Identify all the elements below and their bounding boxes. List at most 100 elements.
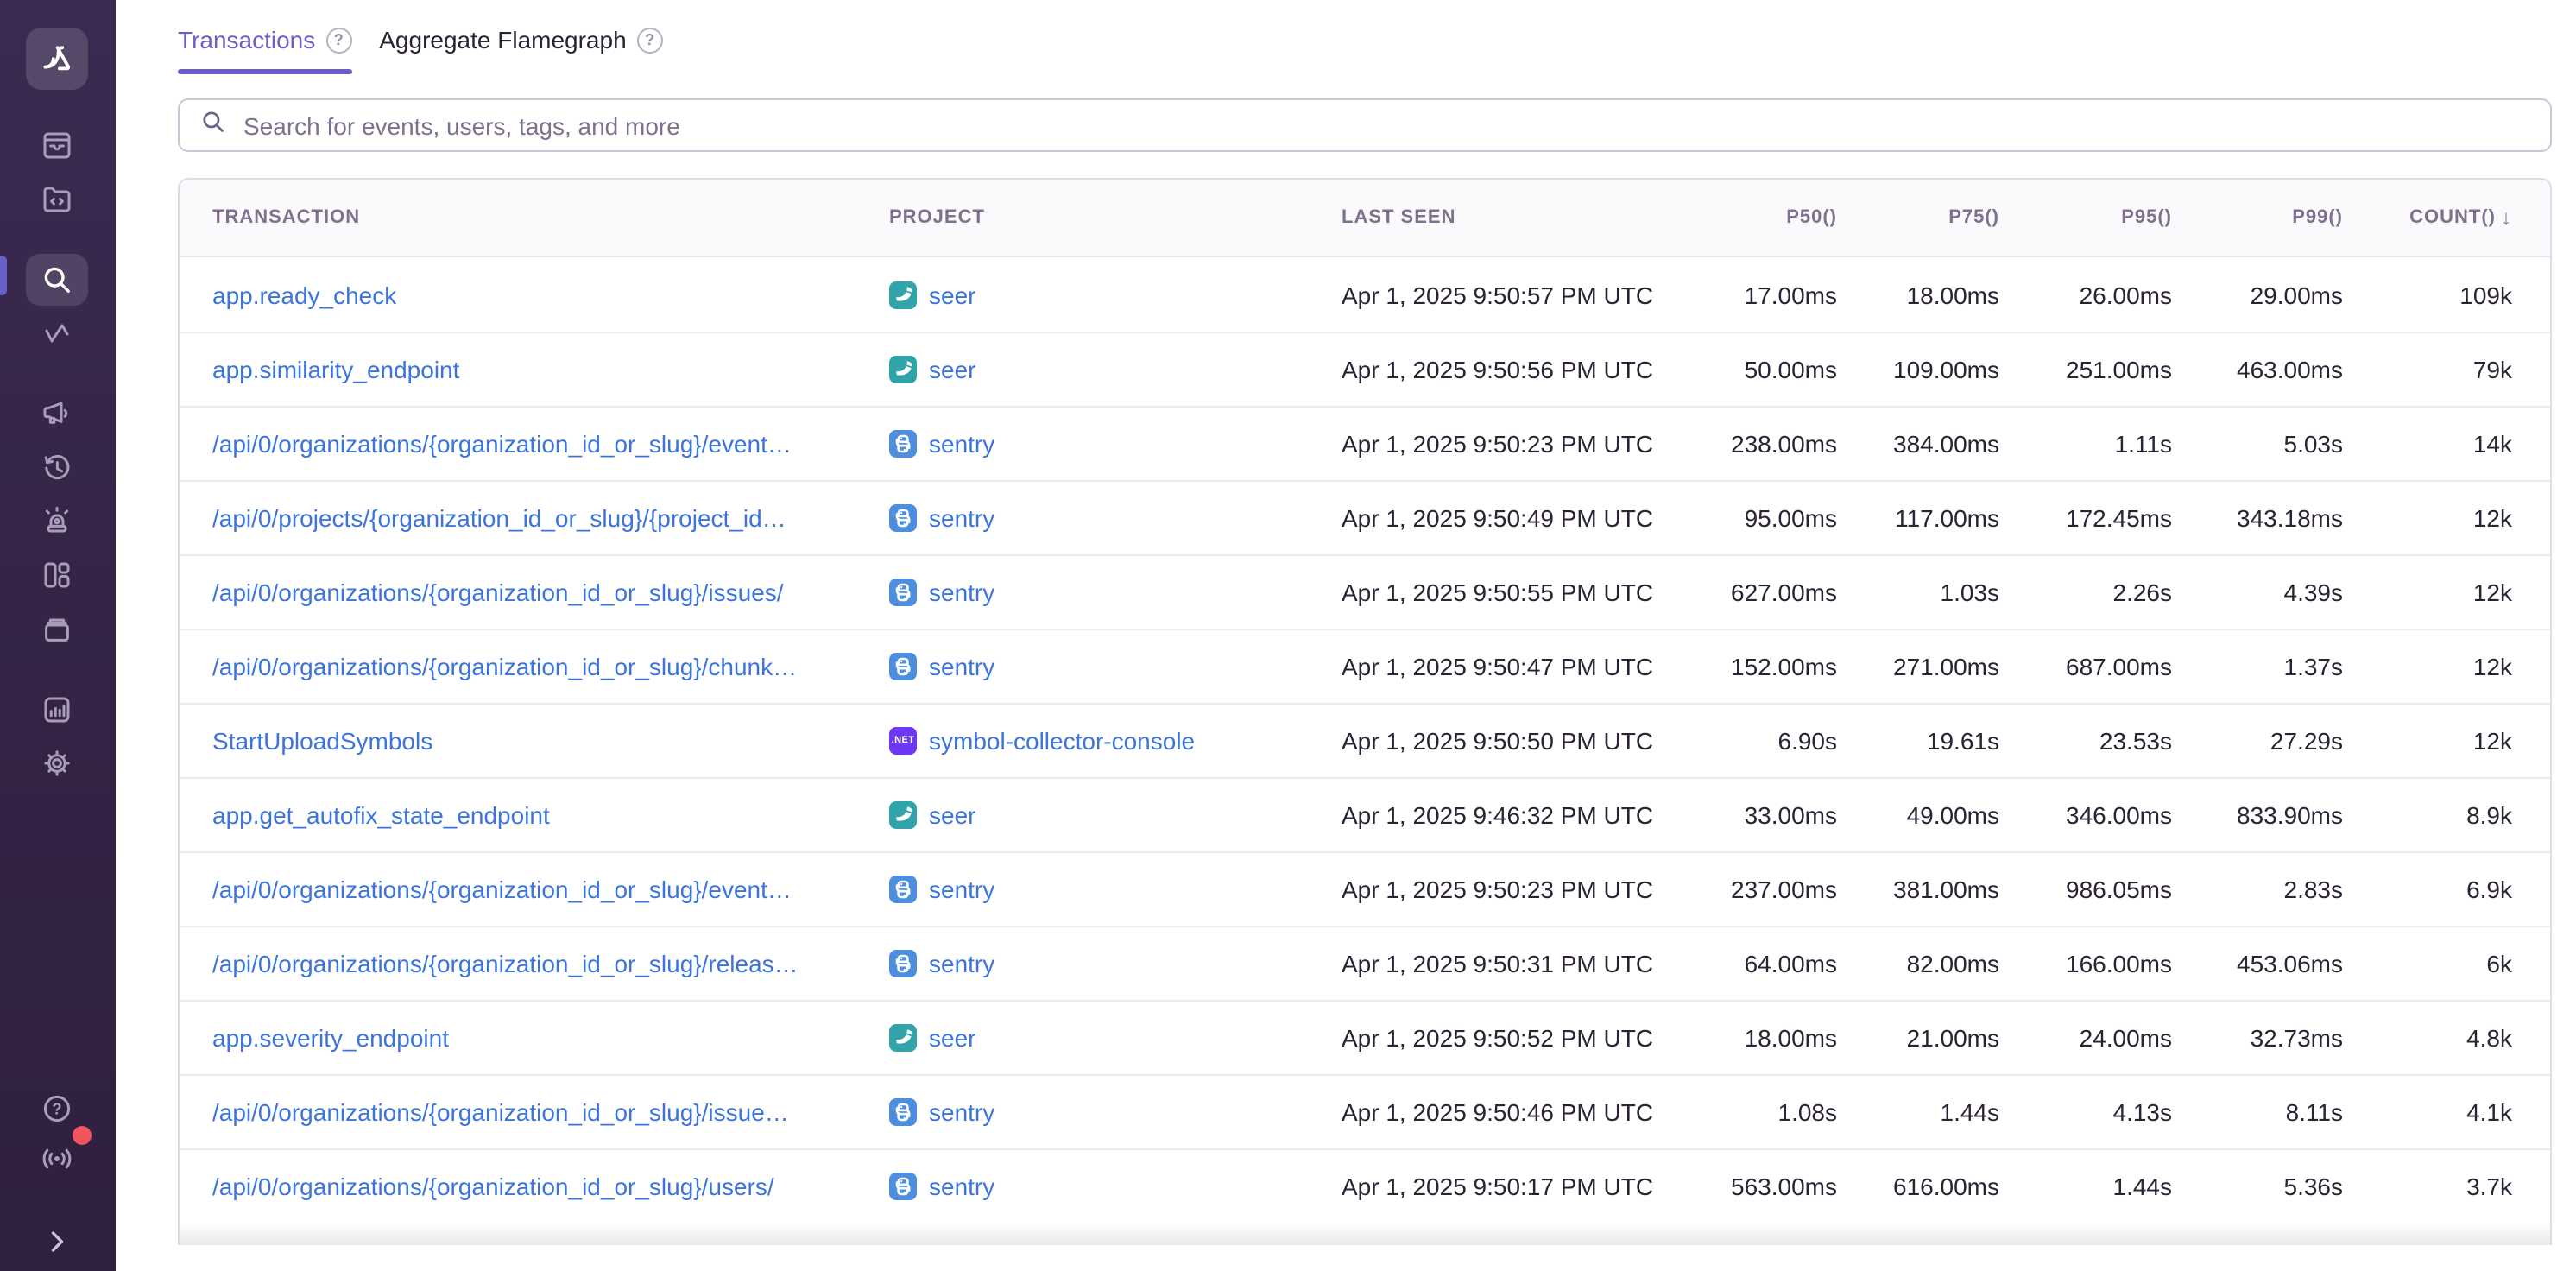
project-link[interactable]: sentry xyxy=(889,876,1342,903)
chevron-right-icon xyxy=(41,1226,73,1257)
transaction-link[interactable]: /api/0/organizations/{organization_id_or… xyxy=(212,950,799,977)
p99-value: 833.90ms xyxy=(2208,801,2379,829)
transaction-link[interactable]: /api/0/organizations/{organization_id_or… xyxy=(212,430,792,458)
search-icon xyxy=(200,108,226,142)
p50-value: 563.00ms xyxy=(1718,1173,1873,1200)
project-name: symbol-collector-console xyxy=(929,727,1195,755)
help-circle-icon: ? xyxy=(40,1091,74,1126)
column-header-transaction[interactable]: TRANSACTION xyxy=(180,207,886,228)
project-link[interactable]: sentry xyxy=(889,950,1342,977)
help-icon[interactable]: ? xyxy=(637,27,663,53)
transaction-link[interactable]: app.ready_check xyxy=(212,281,396,308)
sentry-logo-icon xyxy=(36,38,78,79)
project-link[interactable]: sentry xyxy=(889,653,1342,680)
issues-inbox-icon xyxy=(40,128,74,162)
transaction-link[interactable]: /api/0/organizations/{organization_id_or… xyxy=(212,1173,774,1200)
transaction-link[interactable]: StartUploadSymbols xyxy=(212,727,432,755)
p99-value: 27.29s xyxy=(2208,727,2379,755)
python-project-icon xyxy=(889,430,917,458)
p50-value: 237.00ms xyxy=(1718,876,1873,903)
transaction-link[interactable]: /api/0/organizations/{organization_id_or… xyxy=(212,876,792,903)
sidebar-item-settings[interactable] xyxy=(26,737,88,789)
table-row: StartUploadSymbols .NET symbol-collector… xyxy=(180,703,2550,777)
project-link[interactable]: sentry xyxy=(889,430,1342,458)
search-bar[interactable] xyxy=(178,98,2552,152)
table-row: /api/0/organizations/{organization_id_or… xyxy=(180,629,2550,703)
transaction-link[interactable]: /api/0/organizations/{organization_id_or… xyxy=(212,579,784,606)
sidebar-item-releases[interactable] xyxy=(26,603,88,654)
tab-transactions[interactable]: Transactions ? xyxy=(178,26,351,74)
project-link[interactable]: seer xyxy=(889,1024,1342,1052)
sidebar-item-projects[interactable] xyxy=(26,173,88,224)
transaction-link[interactable]: /api/0/organizations/{organization_id_or… xyxy=(212,1098,789,1126)
column-header-p50[interactable]: P50() xyxy=(1718,207,1873,228)
help-icon[interactable]: ? xyxy=(325,27,351,53)
tab-aggregate-flamegraph[interactable]: Aggregate Flamegraph ? xyxy=(379,26,662,74)
p75-value: 271.00ms xyxy=(1873,653,2036,680)
column-header-p95[interactable]: P95() xyxy=(2036,207,2208,228)
last-seen: Apr 1, 2025 9:50:23 PM UTC xyxy=(1342,876,1718,903)
project-link[interactable]: .NET symbol-collector-console xyxy=(889,727,1342,755)
transaction-link[interactable]: app.get_autofix_state_endpoint xyxy=(212,801,550,829)
table-row: app.severity_endpoint seer Apr 1, 2025 9… xyxy=(180,1000,2550,1074)
sidebar-item-stats[interactable] xyxy=(26,684,88,736)
project-link[interactable]: sentry xyxy=(889,1098,1342,1126)
table-row: /api/0/organizations/{organization_id_or… xyxy=(180,926,2550,1000)
transaction-link[interactable]: app.similarity_endpoint xyxy=(212,356,459,383)
table-row: app.similarity_endpoint seer Apr 1, 2025… xyxy=(180,332,2550,406)
metrics-zigzag-icon xyxy=(40,316,74,351)
p50-value: 17.00ms xyxy=(1718,281,1873,308)
p99-value: 2.83s xyxy=(2208,876,2379,903)
sentry-logo[interactable] xyxy=(26,28,88,90)
main-area: Transactions ? Aggregate Flamegraph ? xyxy=(116,0,2576,1271)
megaphone-icon xyxy=(40,395,74,430)
column-header-p75[interactable]: P75() xyxy=(1873,207,2036,228)
last-seen: Apr 1, 2025 9:50:57 PM UTC xyxy=(1342,281,1718,308)
sidebar-item-alerts[interactable] xyxy=(26,496,88,547)
gear-icon xyxy=(40,746,74,781)
p99-value: 29.00ms xyxy=(2208,281,2379,308)
transaction-link[interactable]: /api/0/projects/{organization_id_or_slug… xyxy=(212,504,786,532)
p75-value: 19.61s xyxy=(1873,727,2036,755)
last-seen: Apr 1, 2025 9:46:32 PM UTC xyxy=(1342,801,1718,829)
scroll-shadow xyxy=(180,1223,2550,1245)
sidebar-item-feedback[interactable] xyxy=(26,387,88,439)
tab-aggregate-flamegraph-label: Aggregate Flamegraph xyxy=(379,26,626,54)
table-row: app.get_autofix_state_endpoint seer Apr … xyxy=(180,777,2550,851)
p50-value: 33.00ms xyxy=(1718,801,1873,829)
project-link[interactable]: sentry xyxy=(889,1173,1342,1200)
count-value: 12k xyxy=(2379,504,2550,532)
count-label: COUNT() xyxy=(2409,207,2496,228)
transaction-link[interactable]: /api/0/organizations/{organization_id_or… xyxy=(212,653,797,680)
project-link[interactable]: sentry xyxy=(889,504,1342,532)
search-input[interactable] xyxy=(240,110,2529,141)
transactions-table: TRANSACTION PROJECT LAST SEEN P50() P75(… xyxy=(178,178,2552,1245)
project-link[interactable]: seer xyxy=(889,356,1342,383)
column-header-last-seen[interactable]: LAST SEEN xyxy=(1342,207,1718,228)
project-link[interactable]: seer xyxy=(889,801,1342,829)
project-link[interactable]: sentry xyxy=(889,579,1342,606)
column-header-p99[interactable]: P99() xyxy=(2208,207,2379,228)
count-value: 4.1k xyxy=(2379,1098,2550,1126)
project-name: sentry xyxy=(929,579,994,606)
count-value: 8.9k xyxy=(2379,801,2550,829)
transaction-link[interactable]: app.severity_endpoint xyxy=(212,1024,449,1052)
last-seen: Apr 1, 2025 9:50:52 PM UTC xyxy=(1342,1024,1718,1052)
column-header-count[interactable]: COUNT() ↓ xyxy=(2379,206,2550,230)
project-link[interactable]: seer xyxy=(889,281,1342,308)
p95-value: 23.53s xyxy=(2036,727,2208,755)
seer-project-icon xyxy=(889,1024,917,1052)
sidebar-collapse-button[interactable] xyxy=(26,1216,88,1268)
project-name: sentry xyxy=(929,876,994,903)
sidebar-item-metrics[interactable] xyxy=(26,307,88,359)
siren-icon xyxy=(40,504,74,539)
p75-value: 1.03s xyxy=(1873,579,2036,606)
sidebar-item-dashboards[interactable] xyxy=(26,549,88,601)
sidebar-item-explore-search[interactable] xyxy=(26,254,88,306)
count-value: 14k xyxy=(2379,430,2550,458)
sidebar-item-replays[interactable] xyxy=(26,442,88,494)
svg-text:?: ? xyxy=(53,1100,62,1117)
sidebar-item-whats-new[interactable] xyxy=(26,1133,88,1185)
column-header-project[interactable]: PROJECT xyxy=(886,207,1342,228)
sidebar-item-issues[interactable] xyxy=(26,119,88,171)
